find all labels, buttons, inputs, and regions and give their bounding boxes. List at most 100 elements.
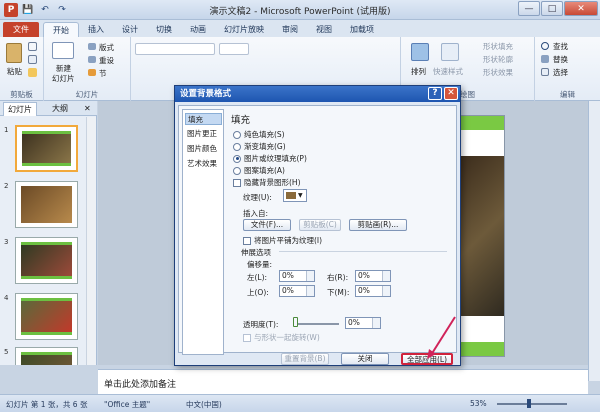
radio-icon[interactable] [233, 142, 241, 151]
zoom-slider-thumb[interactable] [527, 399, 531, 408]
paste-icon[interactable] [6, 43, 22, 63]
tab-slideshow[interactable]: 幻灯片放映 [215, 22, 273, 37]
slide-thumbnail-image[interactable] [15, 347, 78, 365]
bottom-offset-label: 下(M): [327, 288, 350, 297]
file-button[interactable]: 文件(F)... [243, 219, 291, 231]
reset-button[interactable]: 重设 [99, 55, 114, 66]
tab-animations[interactable]: 动画 [181, 22, 215, 37]
copy-icon[interactable] [28, 55, 37, 64]
slide-count-status: 幻灯片 第 1 张，共 6 张 [6, 400, 88, 409]
zoom-level[interactable]: 53% [470, 399, 487, 408]
solid-fill-option[interactable]: 纯色填充(S) [233, 129, 285, 140]
radio-icon[interactable] [233, 166, 241, 175]
category-picture-corrections[interactable]: 图片更正 [185, 128, 222, 140]
editing-group: 查找 替换 选择 编辑 [535, 37, 600, 101]
rotate-with-shape-checkbox[interactable]: 与形状一起旋转(W) [243, 332, 320, 343]
slide-thumbnail-image[interactable] [15, 237, 78, 284]
texture-dropdown[interactable]: ▼ [283, 189, 307, 202]
maximize-button[interactable]: □ [541, 1, 563, 16]
fill-panel: 填充 纯色填充(S) 渐变填充(G) 图片或纹理填充(P) 图案填充(A) 隐藏… [227, 109, 455, 352]
minimize-button[interactable]: — [518, 1, 540, 16]
top-offset-spinner[interactable]: 0% [279, 285, 315, 297]
left-offset-spinner[interactable]: 0% [279, 270, 315, 282]
gradient-fill-option[interactable]: 渐变填充(G) [233, 141, 286, 152]
tab-design[interactable]: 设计 [113, 22, 147, 37]
section-button[interactable]: 节 [99, 68, 107, 79]
slide-canvas[interactable] [458, 115, 505, 357]
slide-thumbnail-4[interactable]: 4 [0, 293, 90, 345]
slide-thumbnail-5[interactable]: 5 [0, 347, 90, 365]
reset-background-button[interactable]: 重置背景(B) [281, 353, 329, 365]
pane-close-icon[interactable]: ✕ [80, 102, 95, 116]
close-button[interactable]: ✕ [564, 1, 598, 16]
slide-thumbnail-2[interactable]: 2 [0, 181, 90, 233]
notes-pane[interactable]: 单击此处添加备注 [98, 369, 588, 394]
help-icon[interactable]: ? [428, 87, 442, 100]
new-slide-label-2[interactable]: 幻灯片 [52, 73, 75, 84]
category-picture-color[interactable]: 图片颜色 [185, 143, 222, 155]
pane-scrollbar[interactable] [86, 117, 96, 365]
right-offset-spinner[interactable]: 0% [355, 270, 391, 282]
slide-number: 1 [4, 126, 9, 134]
slide-thumbnail-image[interactable] [15, 125, 78, 172]
bottom-offset-spinner[interactable]: 0% [355, 285, 391, 297]
theme-status: "Office 主题" [104, 400, 151, 409]
checkbox-icon[interactable] [243, 333, 251, 342]
clipboard-button[interactable]: 剪贴板(C) [299, 219, 341, 231]
font-size-dropdown[interactable] [219, 43, 249, 55]
shape-fill-button[interactable]: 形状填充 [483, 41, 513, 52]
tab-slides[interactable]: 幻灯片 [3, 102, 37, 116]
layout-button[interactable]: 版式 [99, 42, 114, 53]
tab-home[interactable]: 开始 [43, 22, 79, 37]
hide-background-checkbox[interactable]: 隐藏背景图形(H) [233, 177, 301, 188]
slide-thumbnail-image[interactable] [15, 293, 78, 340]
tab-outline[interactable]: 大纲 [48, 102, 72, 116]
slide-vertical-scrollbar[interactable] [588, 101, 600, 381]
arrange-icon[interactable] [411, 43, 429, 61]
shape-outline-button[interactable]: 形状轮廓 [483, 54, 513, 65]
tab-insert[interactable]: 插入 [79, 22, 113, 37]
tab-file[interactable]: 文件 [3, 22, 39, 37]
tile-texture-checkbox[interactable]: 将图片平铺为纹理(I) [243, 235, 322, 246]
dialog-close-icon[interactable]: ✕ [444, 87, 458, 100]
slide-thumbnail-3[interactable]: 3 [0, 237, 90, 289]
tab-review[interactable]: 审阅 [273, 22, 307, 37]
slide-thumbnail-image[interactable] [15, 181, 78, 228]
shape-effects-button[interactable]: 形状效果 [483, 67, 513, 78]
close-dialog-button[interactable]: 关闭 [341, 353, 389, 365]
select-button[interactable]: 选择 [553, 67, 568, 78]
zoom-slider[interactable] [497, 403, 567, 405]
replace-button[interactable]: 替换 [553, 54, 568, 65]
quick-styles-icon[interactable] [441, 43, 459, 61]
tab-view[interactable]: 视图 [307, 22, 341, 37]
transparency-slider-thumb[interactable] [293, 317, 298, 327]
notes-placeholder: 单击此处添加备注 [104, 380, 177, 390]
tab-transitions[interactable]: 切换 [147, 22, 181, 37]
picture-texture-fill-option[interactable]: 图片或纹理填充(P) [233, 153, 307, 164]
pattern-fill-option[interactable]: 图案填充(A) [233, 165, 285, 176]
transparency-slider[interactable] [293, 323, 339, 325]
arrange-label[interactable]: 排列 [411, 66, 426, 77]
dialog-title: 设置背景格式 [175, 86, 460, 102]
checkbox-icon[interactable] [233, 178, 241, 187]
category-artistic-effects[interactable]: 艺术效果 [185, 158, 222, 170]
transparency-spinner[interactable]: 0% [345, 317, 381, 329]
cut-icon[interactable] [28, 42, 37, 51]
radio-icon[interactable] [233, 154, 241, 163]
font-name-dropdown[interactable] [135, 43, 215, 55]
language-status[interactable]: 中文(中国) [186, 399, 222, 410]
category-fill[interactable]: 填充 [185, 113, 222, 125]
clipboard-group: 粘贴 剪贴板 [0, 37, 44, 101]
checkbox-icon[interactable] [243, 236, 251, 245]
slide-photo[interactable] [459, 156, 504, 316]
slide-thumbnail-1[interactable]: 1 [0, 125, 90, 177]
tab-addins[interactable]: 加载项 [341, 22, 383, 37]
paste-label[interactable]: 粘贴 [7, 66, 22, 77]
quick-styles-label[interactable]: 快速样式 [433, 66, 463, 77]
clipart-button[interactable]: 剪贴画(R)... [349, 219, 407, 231]
new-slide-icon[interactable] [52, 42, 74, 59]
format-painter-icon[interactable] [28, 68, 37, 77]
radio-icon[interactable] [233, 130, 241, 139]
right-offset-label: 右(R): [327, 273, 349, 282]
find-button[interactable]: 查找 [553, 41, 568, 52]
